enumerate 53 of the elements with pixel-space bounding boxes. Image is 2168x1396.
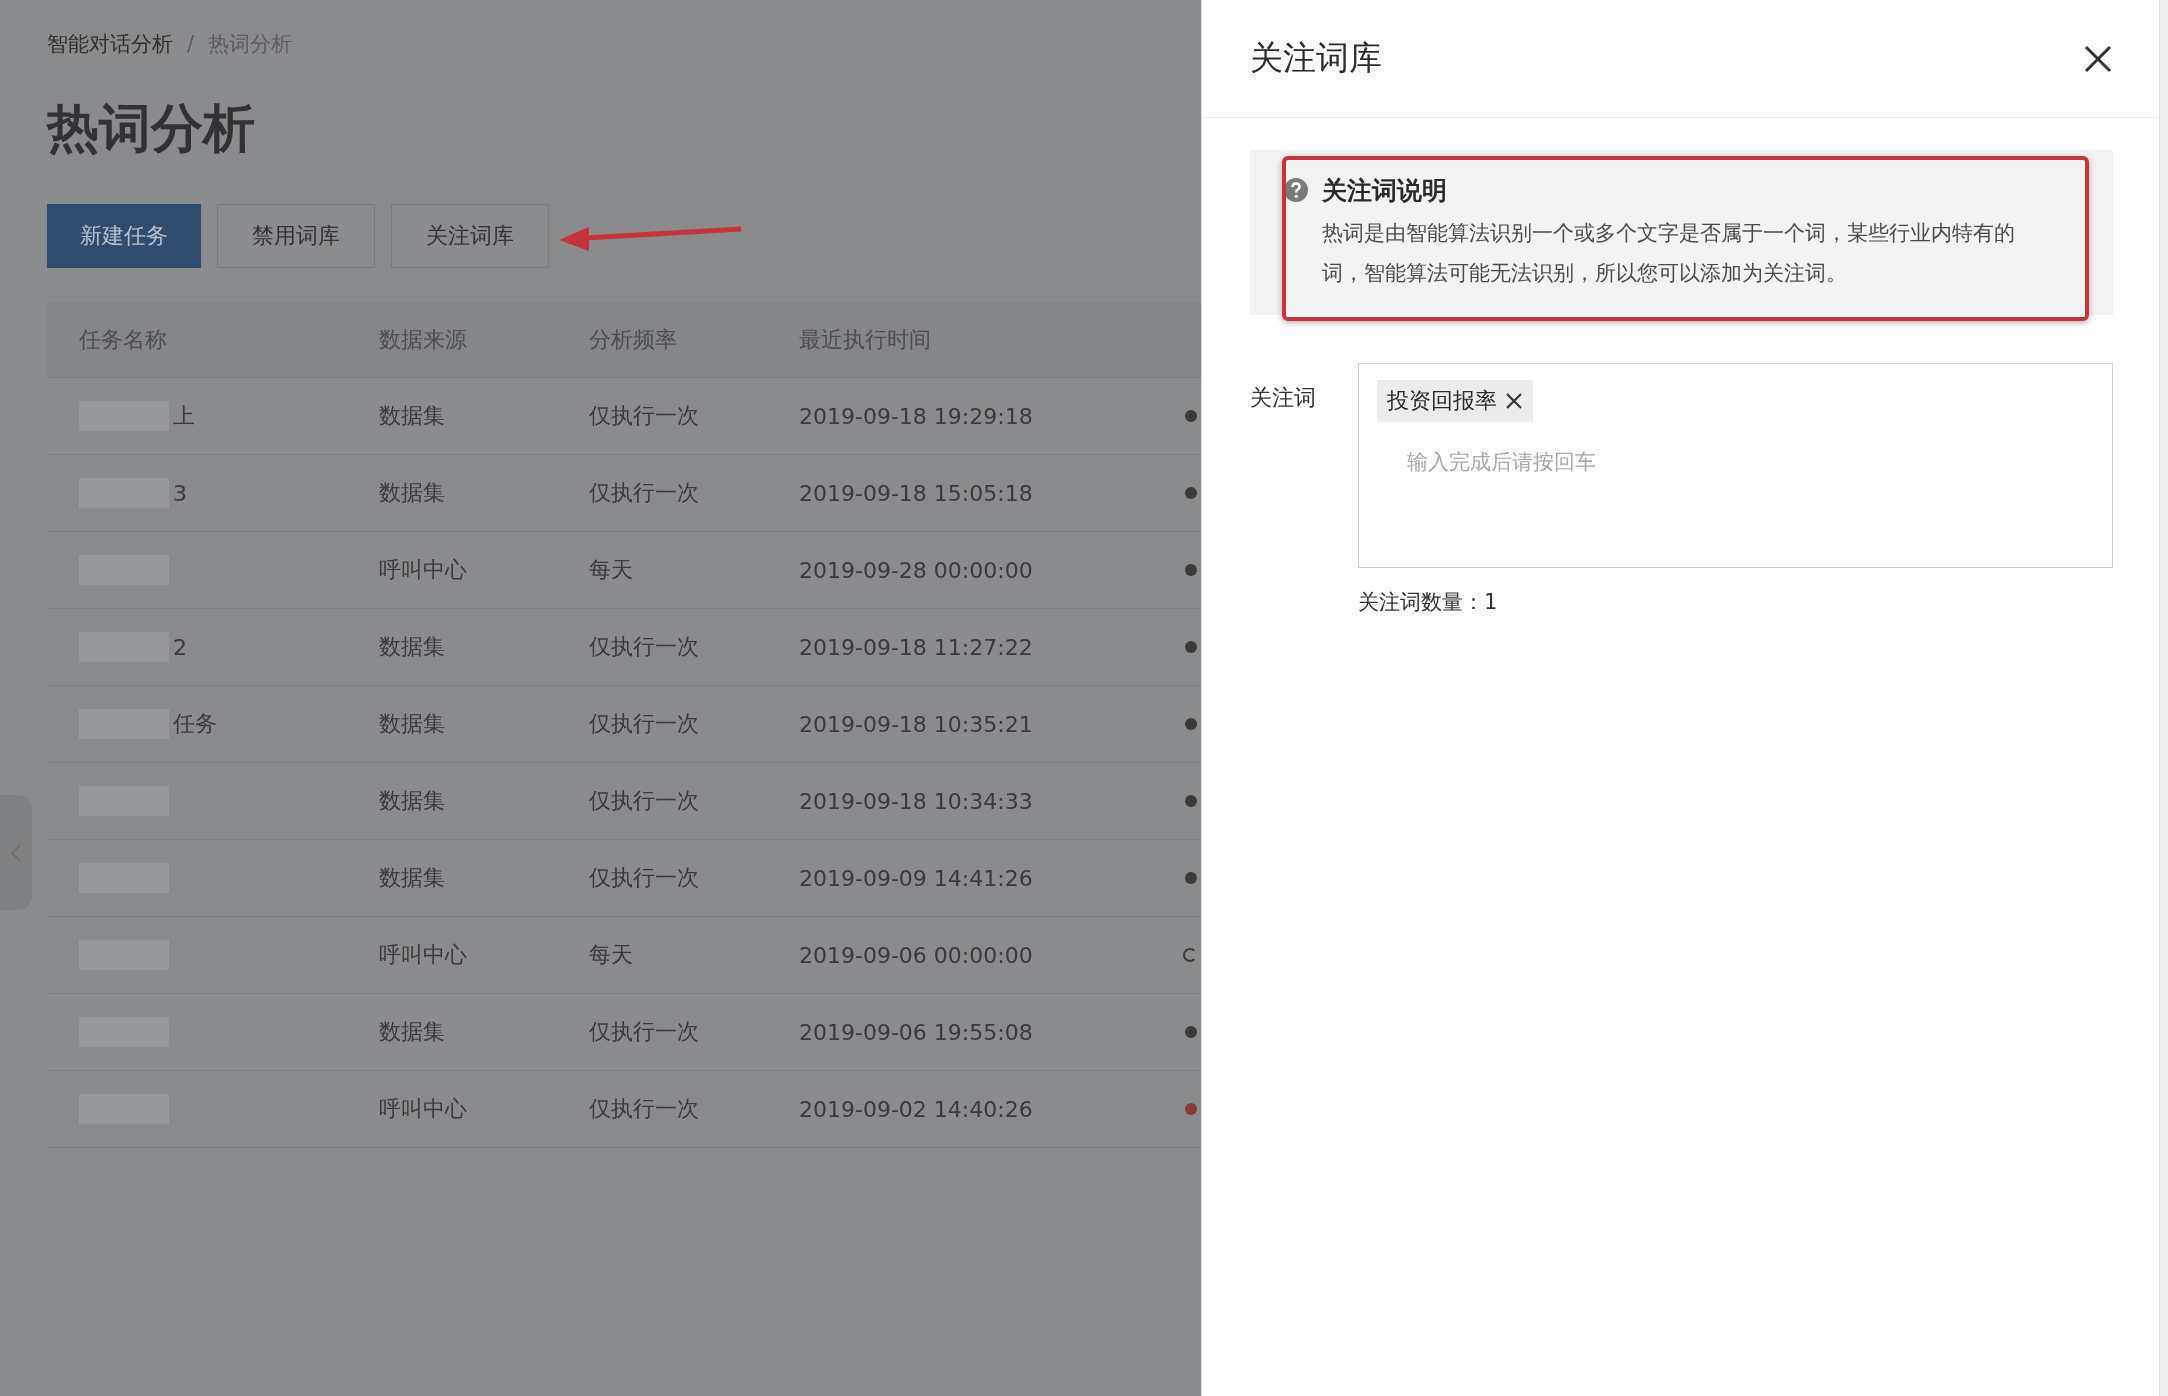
drawer-title: 关注词库 xyxy=(1249,37,1382,79)
table-cell-text: 任务 xyxy=(173,710,217,738)
table-cell-text: 仅执行一次 xyxy=(589,479,700,507)
table-cell-text: 数据集 xyxy=(379,787,446,815)
table-cell-text: 数据集 xyxy=(379,402,446,430)
table-cell-text: 2019-09-18 10:34:33 xyxy=(799,788,1034,814)
close-icon xyxy=(1504,392,1523,410)
table-cell-text: 2019-09-28 00:00:00 xyxy=(799,557,1034,583)
word-count: 关注词数量：1 xyxy=(1357,589,1499,616)
table-cell-text: 每天 xyxy=(589,556,634,584)
table-cell-text: 数据集 xyxy=(379,479,446,507)
column-header: 最近执行时间 xyxy=(799,325,932,354)
table-cell: 3 xyxy=(173,480,187,506)
breadcrumb-link[interactable]: 智能对话分析 xyxy=(47,30,173,58)
table-cell-text: 2019-09-02 14:40:26 xyxy=(799,1096,1034,1122)
table-cell-text: 2019-09-18 10:35:21 xyxy=(799,711,1034,737)
column-header: 任务名称 xyxy=(78,325,168,354)
table-cell-text: 仅执行一次 xyxy=(589,710,700,738)
close-icon xyxy=(2083,43,2113,74)
table-cell-text: 仅执行一次 xyxy=(589,633,700,661)
table-cell-text: 2019-09-06 19:55:08 xyxy=(799,1019,1034,1045)
table-cell-text: 呼叫中心 xyxy=(379,556,468,584)
table-cell-text: 2019-09-18 19:29:18 xyxy=(799,403,1034,429)
table-cell-text: 2019-09-09 14:41:26 xyxy=(799,865,1034,891)
table-cell-text: 数据集 xyxy=(379,864,446,892)
table-cell-text: 上 xyxy=(173,402,195,430)
close-button[interactable] xyxy=(2083,43,2113,74)
notice-text: 热词是由智能算法识别一个或多个文字是否属于一个词，某些行业内特有的词，智能算法可能无法识别，所以您可以添加为关注词。 xyxy=(1321,220,2016,287)
table-cell-text: 2019-09-18 15:05:18 xyxy=(799,480,1034,506)
new-task-button[interactable]: 新建任务 xyxy=(47,204,201,268)
column-header: 分析频率 xyxy=(589,325,678,354)
notice-title: 关注词说明 xyxy=(1321,175,1448,207)
table-cell-text: 数据集 xyxy=(379,710,446,738)
table-cell-text: 仅执行一次 xyxy=(589,1095,700,1123)
breadcrumb-separator: / xyxy=(187,32,195,56)
table-cell-text: 数据集 xyxy=(379,633,446,661)
table-cell-text: 仅执行一次 xyxy=(589,402,700,430)
table-cell-text: 仅执行一次 xyxy=(589,864,700,892)
column-header: 数据来源 xyxy=(379,325,468,354)
table-cell-text: 仅执行一次 xyxy=(589,787,700,815)
table-cell-text: 呼叫中心 xyxy=(379,1095,468,1123)
table-cell-text: 仅执行一次 xyxy=(589,1018,700,1046)
library-button[interactable]: 关注词库 xyxy=(391,204,549,268)
table-cell-text: 每天 xyxy=(589,941,634,969)
table-cell-text: 呼叫中心 xyxy=(379,941,468,969)
table-cell-text: 2019-09-18 11:27:22 xyxy=(799,634,1034,660)
tag-label: 投资回报率 xyxy=(1386,387,1497,415)
page-title: 热词分析 xyxy=(47,97,256,160)
table-cell-text: 2019-09-06 00:00:00 xyxy=(799,942,1034,968)
library-button[interactable]: 禁用词库 xyxy=(217,204,375,268)
table-cell-text: 数据集 xyxy=(379,1018,446,1046)
table-cell: 2 xyxy=(173,634,187,660)
field-label: 关注词 xyxy=(1249,384,1317,412)
